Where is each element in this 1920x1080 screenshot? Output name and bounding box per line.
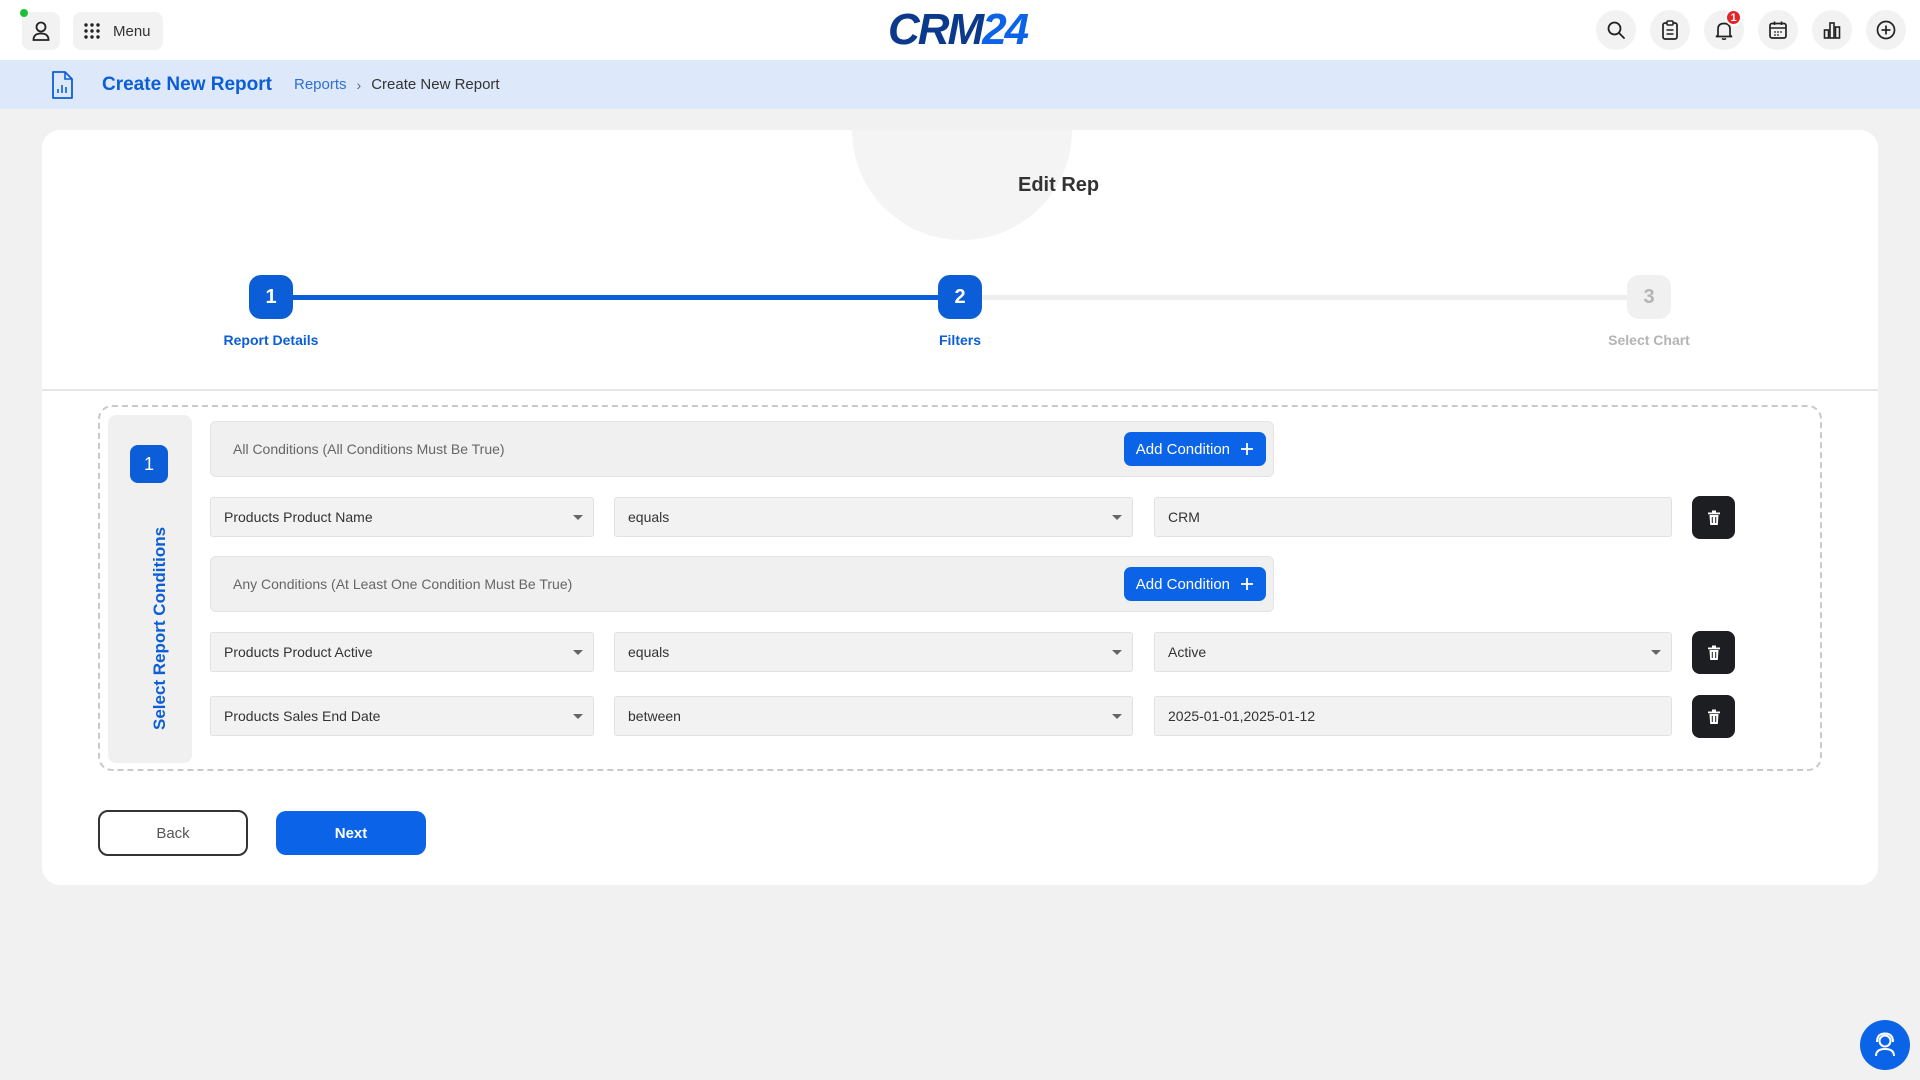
step-3-label: Select Chart [1608,332,1690,348]
clipboard-icon [1662,20,1678,40]
next-button[interactable]: Next [276,811,426,855]
trash-icon [1707,510,1720,525]
card-divider [42,389,1878,391]
condition-field-select[interactable]: Products Sales End Date [210,696,594,736]
step-1-circle[interactable]: 1 [249,275,293,319]
condition-value-select[interactable]: Active [1154,632,1672,672]
breadcrumb-chevron-icon: › [356,76,362,93]
condition-operator-select[interactable]: between [614,696,1133,736]
condition-value-text: 2025-01-01,2025-01-12 [1168,708,1316,724]
conditions-section-number: 1 [130,445,168,483]
trash-icon [1707,709,1720,724]
all-conditions-title: All Conditions (All Conditions Must Be T… [233,441,505,457]
logo-crm-text: CRM [888,5,984,54]
condition-operator-select[interactable]: equals [614,632,1133,672]
calendar-button[interactable] [1758,10,1798,50]
support-agent-icon [1875,1032,1895,1057]
bar-chart-icon [1823,22,1841,39]
breadcrumb-current: Create New Report [371,76,500,93]
caret-down-icon [1651,650,1661,655]
condition-value-input[interactable]: 2025-01-01,2025-01-12 [1154,696,1672,736]
calendar-icon [1769,21,1787,39]
caret-down-icon [573,515,583,520]
condition-operator-select[interactable]: equals [614,497,1133,537]
add-condition-label: Add Condition [1135,575,1230,593]
menu-button[interactable]: Menu [73,12,163,50]
condition-value-input[interactable]: CRM [1154,497,1672,537]
reports-button[interactable] [1812,10,1852,50]
delete-condition-button[interactable] [1692,496,1735,539]
any-conditions-header: Any Conditions (At Least One Condition M… [210,556,1274,612]
online-status-dot [20,9,28,17]
caret-down-icon [573,714,583,719]
plus-circle-icon [1876,20,1896,40]
stepper-progress-line [272,295,960,300]
search-icon [1607,21,1625,39]
logo-24-text: 24 [982,5,1029,54]
condition-operator-value: equals [628,509,670,525]
condition-value-text: Active [1168,644,1207,660]
trash-icon [1707,645,1720,660]
all-conditions-header: All Conditions (All Conditions Must Be T… [210,421,1274,477]
step-3-circle[interactable]: 3 [1627,275,1671,319]
crm24-logo[interactable]: CRM 24 [888,5,1029,54]
breadcrumb-bar: Create New Report Reports › Create New R… [0,60,1920,109]
condition-operator-value: between [628,708,681,724]
user-icon [32,21,50,41]
condition-operator-value: equals [628,644,670,660]
stepper-remaining-line [960,295,1648,300]
notifications-button[interactable]: 1 [1704,9,1744,50]
conditions-side-panel: 1 Select Report Conditions [108,415,192,763]
caret-down-icon [1112,714,1122,719]
breadcrumb-link-reports[interactable]: Reports [294,76,347,93]
step-2-circle[interactable]: 2 [938,275,982,319]
step-2-label: Filters [938,332,981,348]
caret-down-icon [573,650,583,655]
card-title: Edit Rep [1018,174,1100,196]
conditions-section-label: Select Report Conditions [150,526,169,730]
top-bar: Menu CRM 24 1 [0,0,1920,60]
plus-icon [1241,443,1253,455]
step-1-label: Report Details [223,332,319,348]
report-wizard-card: Edit Rep 1 Report Details 2 Filters 3 Se… [42,130,1878,885]
delete-condition-button[interactable] [1692,631,1735,674]
support-chat-button[interactable] [1860,1020,1910,1070]
plus-icon [1241,578,1253,590]
caret-down-icon [1112,650,1122,655]
search-button[interactable] [1596,10,1636,50]
condition-field-select[interactable]: Products Product Name [210,497,594,537]
report-document-icon [52,70,73,99]
condition-field-value: Products Sales End Date [224,708,381,724]
caret-down-icon [1112,515,1122,520]
top-icon-group: 1 [1596,9,1906,50]
back-button[interactable]: Back [98,810,248,856]
condition-field-value: Products Product Active [224,644,373,660]
add-condition-label: Add Condition [1135,440,1230,458]
menu-label: Menu [113,22,151,40]
delete-condition-button[interactable] [1692,695,1735,738]
grid-dots-icon [84,23,100,39]
condition-value-text: CRM [1168,509,1200,525]
create-button[interactable] [1866,10,1906,50]
condition-field-value: Products Product Name [224,509,373,525]
add-condition-all-button[interactable]: Add Condition [1123,432,1266,466]
user-profile-button[interactable] [22,12,60,50]
any-conditions-title: Any Conditions (At Least One Condition M… [233,576,573,592]
conditions-box: 1 Select Report Conditions All Condition… [98,405,1822,771]
page-title: Create New Report [102,73,272,95]
tasks-button[interactable] [1650,10,1690,50]
notification-badge: 1 [1725,9,1742,26]
add-condition-any-button[interactable]: Add Condition [1123,567,1266,601]
condition-field-select[interactable]: Products Product Active [210,632,594,672]
